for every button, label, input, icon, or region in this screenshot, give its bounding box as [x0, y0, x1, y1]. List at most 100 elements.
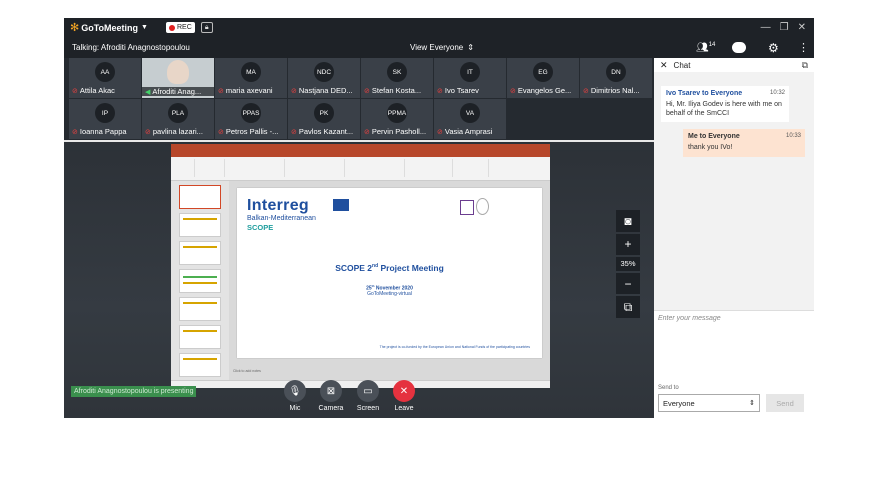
shared-app-ribbon — [171, 157, 550, 181]
plus-icon: + — [624, 237, 632, 252]
mic-muted-icon: ⊘ — [437, 129, 443, 136]
participant-tile[interactable]: PLA ⊘ pavlina lazari... — [142, 99, 214, 139]
slide-thumbnail — [179, 325, 221, 349]
participant-tile[interactable]: PPAS ⊘ Petros Pallis -... — [215, 99, 287, 139]
minimize-icon[interactable]: — — [761, 22, 771, 33]
mic-muted-icon: ⊘ — [291, 129, 297, 136]
zoom-out-button[interactable]: − — [616, 272, 640, 295]
participant-name: ⊘ Nastjana DED... — [291, 86, 353, 95]
attendees-button[interactable]: 👥︎14 — [696, 42, 715, 53]
close-chat-icon[interactable]: ✕ — [660, 60, 668, 71]
avatar: IT — [460, 62, 480, 82]
camera-control[interactable]: ⊠ Camera — [316, 380, 346, 412]
zoom-in-button[interactable]: + — [616, 233, 640, 256]
participant-tile[interactable]: DN ⊘ Dimitrios Nal... — [580, 58, 652, 98]
mic-muted-icon: ⊘ — [145, 129, 151, 136]
participant-name: ⊘ Dimitrios Nal... — [583, 86, 640, 95]
ribbon-group — [225, 159, 285, 177]
restore-icon[interactable]: ❐ — [780, 22, 789, 33]
mic-muted-icon: ⊘ — [364, 88, 370, 95]
eu-flag-icon — [333, 199, 349, 211]
chat-toggle-button[interactable] — [732, 42, 746, 53]
lock-icon: 🔒︎ — [204, 23, 209, 31]
screen-label: Screen — [356, 405, 380, 412]
participant-tile[interactable]: NDC ⊘ Nastjana DED... — [288, 58, 360, 98]
mic-muted-icon: ⊘ — [291, 88, 297, 95]
mic-active-icon: ◀︎ — [145, 89, 151, 96]
talking-indicator: Talking: Afroditi Anagnostopoulou — [72, 43, 190, 52]
participant-tile[interactable]: IP ⊘ Ioanna Pappa — [69, 99, 141, 139]
up-down-chevron-icon: ⇕ — [467, 43, 474, 52]
interreg-logo: Interreg — [247, 197, 309, 214]
popout-icon: ⧉ — [623, 299, 633, 314]
people-icon: 👥︎ — [696, 42, 709, 54]
presenting-banner: Afroditi Anagnostopoulou is presenting — [71, 386, 197, 397]
popout-chat-icon[interactable]: ⧉ — [802, 60, 808, 71]
partner-crest-icon — [460, 200, 474, 215]
mic-label: Mic — [289, 405, 301, 412]
gotomeeting-logo-icon: ✻ — [70, 22, 80, 34]
participant-tile[interactable]: VA ⊘ Vasia Amprasi — [434, 99, 506, 139]
avatar: PLA — [168, 103, 188, 123]
record-button[interactable]: REC — [165, 22, 195, 33]
close-window-icon[interactable]: ✕ — [798, 22, 806, 33]
chat-panel: ✕ Chat ⧉ Ivo Tsarev to Everyone 10:32 Hi… — [654, 58, 814, 418]
participant-name: ⊘ Attila Akac — [72, 86, 115, 95]
ribbon-group — [195, 159, 225, 177]
camera-icon: ◙ — [624, 213, 632, 228]
view-selector[interactable]: View Everyone ⇕ — [410, 43, 474, 52]
slide-thumbnail — [179, 353, 221, 377]
participant-tile[interactable]: AA ⊘ Attila Akac — [69, 58, 141, 98]
program-name: Balkan-Mediterranean — [247, 215, 316, 222]
gotomeeting-window: ✻ GoToMeeting ▼ REC 🔒︎ — ❐ ✕ Talking: Af… — [64, 18, 814, 418]
avatar: PPAS — [241, 103, 261, 123]
talking-bar: Talking: Afroditi Anagnostopoulou View E… — [64, 37, 654, 58]
zoom-controls: ◙ + 35% − ⧉ — [615, 210, 641, 320]
send-to-value: Everyone — [663, 398, 695, 408]
chat-message: Me to Everyone 10:33 thank you IVo! — [683, 129, 805, 157]
camera-off-icon: ⊠ — [320, 380, 342, 402]
chat-message: Ivo Tsarev to Everyone 10:32 Hi, Mr. Ili… — [661, 86, 789, 122]
mic-muted-icon: ⊘ — [218, 88, 224, 95]
slide-thumbnail — [179, 297, 221, 321]
mic-control[interactable]: 🎙︎ Mic — [280, 380, 310, 412]
avatar: MA — [241, 62, 261, 82]
participant-tile[interactable]: EG ⊘ Evangelos Ge... — [507, 58, 579, 98]
zoom-level: 35% — [616, 257, 640, 271]
participant-tile[interactable]: MA ⊘ maria axevani — [215, 58, 287, 98]
participant-tile[interactable]: ◀︎ Afroditi Anag... — [142, 58, 214, 98]
lock-meeting-button[interactable]: 🔒︎ — [200, 22, 213, 33]
avatar: EG — [533, 62, 553, 82]
popout-button[interactable]: ⧉ — [616, 296, 640, 318]
participant-tile[interactable]: SK ⊘ Stefan Kosta... — [361, 58, 433, 98]
avatar: DN — [606, 62, 626, 82]
chat-input[interactable]: Enter your message — [654, 310, 814, 382]
window-controls: — ❐ ✕ — [761, 22, 806, 33]
participant-name: ⊘ Vasia Amprasi — [437, 127, 493, 136]
chat-title: Chat — [673, 60, 691, 70]
participant-name: ◀︎ Afroditi Anag... — [142, 87, 214, 96]
mic-muted-icon: ⊘ — [510, 88, 516, 95]
notes-hint: Click to add notes — [233, 369, 261, 373]
participant-tile[interactable]: PK ⊘ Pavlos Kazant... — [288, 99, 360, 139]
more-options-icon[interactable]: ⋮ — [798, 41, 809, 54]
message-text: Hi, Mr. Iliya Godev is here with me on b… — [666, 101, 782, 117]
mic-muted-icon: ⊘ — [364, 129, 370, 136]
send-to-select[interactable]: Everyone ⇕ — [658, 394, 760, 412]
ribbon-group — [405, 159, 453, 177]
header-actions: 👥︎14 ⚙ ⋮ — [654, 37, 814, 58]
participant-grid: AA ⊘ Attila Akac ◀︎ Afroditi Anag... MA ⊘ m… — [64, 58, 654, 140]
app-menu[interactable]: ✻ GoToMeeting ▼ — [70, 21, 148, 34]
gear-icon[interactable]: ⚙ — [768, 41, 779, 55]
slide-location: GoToMeeting-virtual — [367, 291, 412, 297]
send-button[interactable]: Send — [766, 394, 804, 412]
stage-divider — [64, 140, 654, 142]
send-to-label: Send to — [658, 385, 679, 391]
screen-control[interactable]: ▭ Screen — [353, 380, 383, 412]
participant-tile[interactable]: PPMA ⊘ Pervin Pasholl... — [361, 99, 433, 139]
participant-name: ⊘ Ivo Tsarev — [437, 86, 479, 95]
avatar: PPMA — [387, 103, 407, 123]
participant-tile[interactable]: IT ⊘ Ivo Tsarev — [434, 58, 506, 98]
screenshot-button[interactable]: ◙ — [616, 210, 640, 232]
leave-control[interactable]: ✕ Leave — [389, 380, 419, 412]
